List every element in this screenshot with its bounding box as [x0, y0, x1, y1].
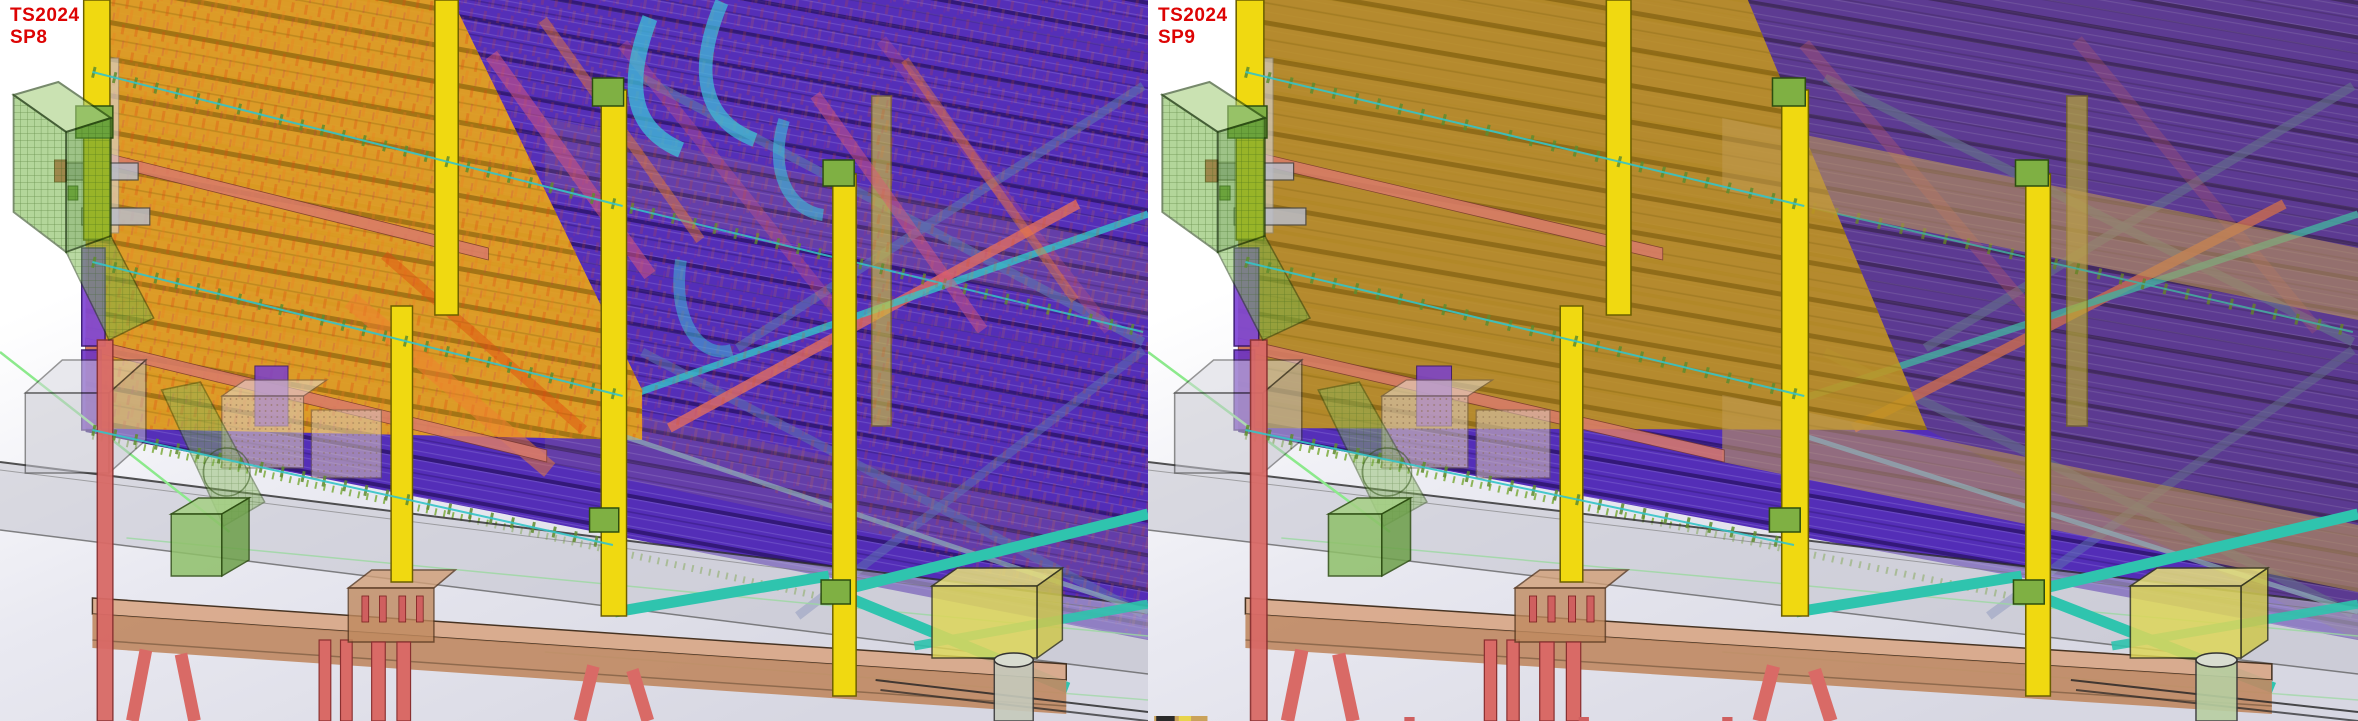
version-label-line2: SP9 — [1158, 27, 1196, 48]
version-label-sp9: TS2024 SP9 — [1158, 5, 1228, 49]
model-render-sp9 — [1148, 0, 2358, 721]
model-render-sp8 — [0, 0, 1148, 721]
version-label-line1: TS2024 — [10, 5, 80, 26]
version-label-sp8: TS2024 SP8 — [10, 5, 80, 49]
viewport-panel-sp9: TS2024 SP9 — [1148, 0, 2358, 721]
version-label-line2: SP8 — [10, 27, 48, 48]
version-label-line1: TS2024 — [1158, 5, 1228, 26]
comparison-screenshot: TS2024 SP8 TS2024 SP9 — [0, 0, 2358, 721]
viewport-panel-sp8: TS2024 SP8 — [0, 0, 1148, 721]
